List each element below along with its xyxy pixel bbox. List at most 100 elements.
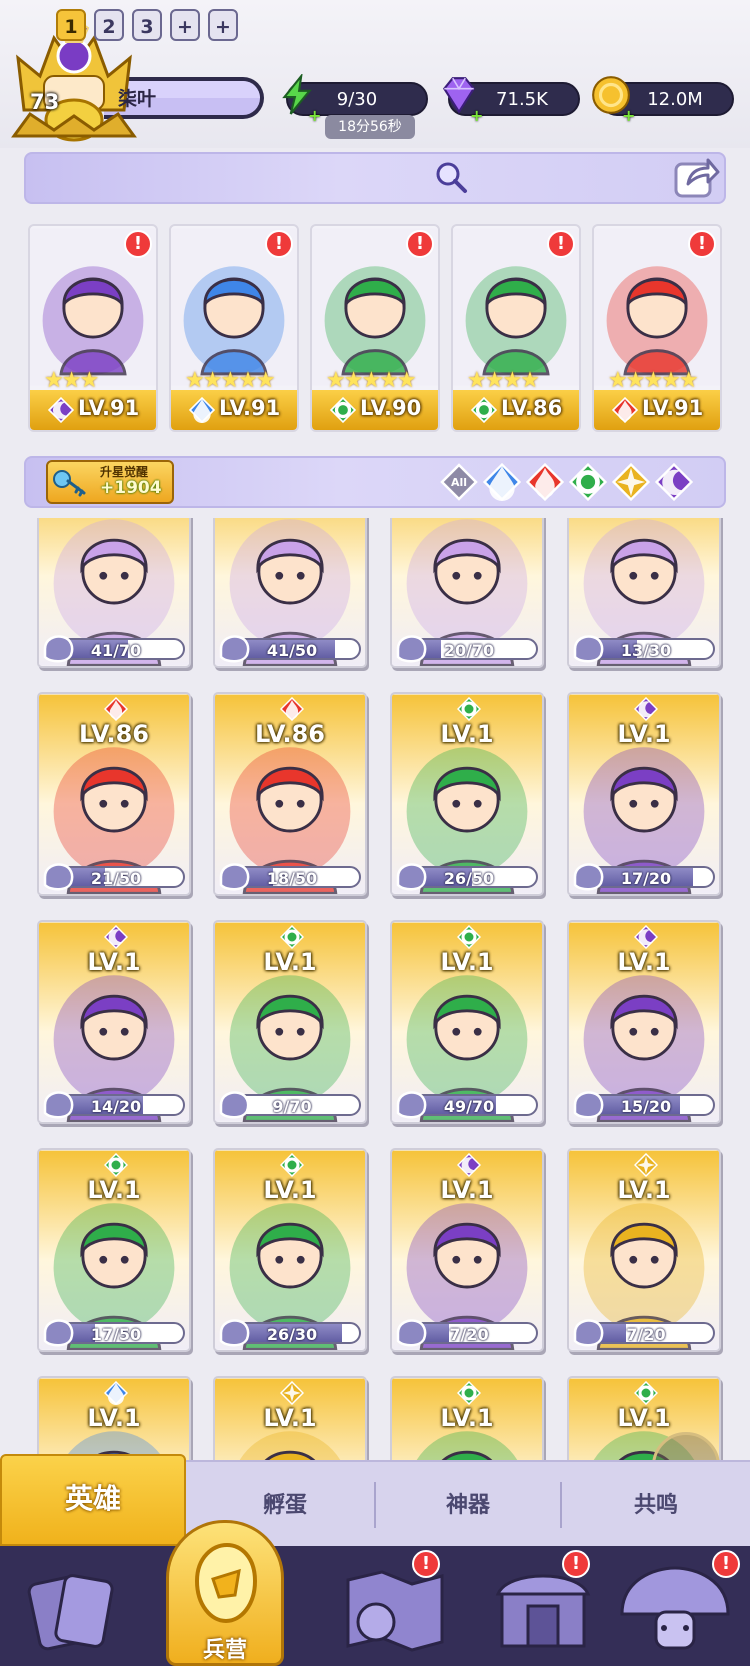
- nav-adventure[interactable]: [320, 1550, 470, 1666]
- level-bar: LV.90: [312, 390, 438, 430]
- hero-card[interactable]: LV.1 7/20: [567, 1148, 721, 1352]
- lineup-hero-card[interactable]: ★★★★★ LV.91!: [169, 224, 299, 432]
- fragment-icon: [43, 635, 74, 663]
- hero-card[interactable]: 13/30: [567, 518, 721, 668]
- hero-card[interactable]: LV.86 21/50: [37, 692, 191, 896]
- fragment-icon: [219, 1319, 250, 1347]
- level-bar: LV.91: [171, 390, 297, 430]
- fire-element-icon[interactable]: [525, 462, 565, 502]
- upgrade-alert-badge: !: [124, 230, 152, 258]
- dark-element-icon: [103, 924, 129, 950]
- hero-card[interactable]: LV.1 26/30: [213, 1148, 367, 1352]
- hero-level: LV.91: [78, 396, 140, 420]
- team-tab-2[interactable]: 2: [94, 9, 124, 41]
- upgrade-alert-badge: !: [406, 230, 434, 258]
- hero-level: LV.86: [255, 720, 325, 748]
- hero-card[interactable]: LV.1 17/20: [567, 692, 721, 896]
- hero-collection-grid[interactable]: 41/70 41/50 20/70 13/30 LV.86 21/50 LV.86 18/50…: [0, 518, 750, 1460]
- team-tab-1[interactable]: 1: [56, 9, 86, 41]
- fragment-icon: [396, 1091, 427, 1119]
- wind-element-icon: [456, 1380, 482, 1406]
- hero-card[interactable]: LV.1 15/20: [567, 920, 721, 1124]
- team-tab-add-2[interactable]: +: [208, 9, 238, 41]
- dark-element-icon: [633, 696, 659, 722]
- tab-heroes[interactable]: 英雄: [0, 1454, 186, 1546]
- wind-element-icon: [279, 1152, 305, 1178]
- water-element-icon[interactable]: [482, 462, 522, 502]
- hero-card[interactable]: 41/50: [213, 518, 367, 668]
- upgrade-alert-badge: !: [547, 230, 575, 258]
- water-element-icon: [103, 1380, 129, 1406]
- share-icon[interactable]: [672, 154, 720, 200]
- cards-icon: [27, 1574, 114, 1651]
- hero-card[interactable]: LV.1 14/20: [37, 920, 191, 1124]
- wind-element-icon: [470, 396, 498, 424]
- mushroom-icon: [620, 1566, 730, 1650]
- hero-level: LV.86: [501, 396, 563, 420]
- hero-level: LV.1: [87, 948, 141, 976]
- hero-level: LV.1: [617, 1404, 671, 1432]
- level-bar: LV.91: [594, 390, 720, 430]
- hero-level: LV.90: [360, 396, 422, 420]
- light-element-icon[interactable]: [611, 462, 651, 502]
- fragment-icon: [573, 635, 604, 663]
- hero-level: LV.1: [440, 1404, 494, 1432]
- fragment-icon: [396, 635, 427, 663]
- fragment-icon: [573, 1319, 604, 1347]
- team-tab-add-1[interactable]: +: [170, 9, 200, 41]
- wind-element-icon: [456, 924, 482, 950]
- gold-counter[interactable]: + 12.0M: [592, 76, 734, 125]
- energy-counter[interactable]: + 9/30: [282, 74, 428, 125]
- nav-cards[interactable]: [0, 1550, 150, 1666]
- shrine-icon: [495, 1574, 591, 1648]
- dark-element-icon: [456, 1152, 482, 1178]
- wind-element-icon[interactable]: [568, 462, 608, 502]
- hero-level: LV.1: [87, 1176, 141, 1204]
- map-icon: [346, 1570, 444, 1652]
- lineup-hero-card[interactable]: ★★★★ LV.86!: [451, 224, 581, 432]
- formation-bar: [24, 152, 726, 204]
- nav-shrine[interactable]: [468, 1550, 618, 1666]
- gold-value: 12.0M: [647, 89, 703, 110]
- hero-card[interactable]: LV.86 18/50: [213, 692, 367, 896]
- upgrade-alert-badge: !: [688, 230, 716, 258]
- level-bar: LV.91: [30, 390, 156, 430]
- fire-element-icon: [611, 396, 639, 424]
- awaken-count: +1904: [100, 478, 162, 498]
- hero-card[interactable]: LV.1: [390, 1376, 544, 1460]
- team-tab-3[interactable]: 3: [132, 9, 162, 41]
- dark-element-icon[interactable]: [654, 462, 694, 502]
- hero-card[interactable]: LV.1: [37, 1376, 191, 1460]
- all-filter-icon[interactable]: All: [440, 463, 478, 501]
- fragment-icon: [219, 1091, 250, 1119]
- hero-card[interactable]: LV.1: [213, 1376, 367, 1460]
- lineup-hero-card[interactable]: ★★★★★ LV.91!: [592, 224, 722, 432]
- hero-card[interactable]: LV.1 17/50: [37, 1148, 191, 1352]
- hero-card[interactable]: LV.1 49/70: [390, 920, 544, 1124]
- tab-resonance[interactable]: 共鸣: [562, 1474, 750, 1544]
- upgrade-alert-badge: !: [265, 230, 293, 258]
- hero-level: LV.1: [617, 948, 671, 976]
- gem-counter[interactable]: + 71.5K: [443, 77, 580, 125]
- fire-element-icon: [279, 696, 305, 722]
- hero-level: LV.1: [440, 948, 494, 976]
- hero-card[interactable]: 20/70: [390, 518, 544, 668]
- fragment-icon: [573, 1091, 604, 1119]
- fragment-icon: [396, 863, 427, 891]
- light-element-icon: [633, 1152, 659, 1178]
- tab-artifacts[interactable]: 神器: [376, 1474, 560, 1544]
- lineup-hero-card[interactable]: ★★★★★ LV.90!: [310, 224, 440, 432]
- search-icon[interactable]: [434, 160, 468, 194]
- hero-level: LV.91: [219, 396, 281, 420]
- player-level: 73: [30, 90, 60, 114]
- hero-card[interactable]: LV.1 7/20: [390, 1148, 544, 1352]
- lineup-hero-card[interactable]: ★★★ LV.91!: [28, 224, 158, 432]
- hero-card[interactable]: LV.1 9/70: [213, 920, 367, 1124]
- nav-shrine-alert: !: [562, 1550, 590, 1578]
- player-name: 柒叶: [118, 88, 157, 110]
- hero-level: LV.1: [617, 1176, 671, 1204]
- fragment-icon: [219, 863, 250, 891]
- hero-card[interactable]: 41/70: [37, 518, 191, 668]
- hero-card[interactable]: LV.1 26/50: [390, 692, 544, 896]
- hero-level: LV.1: [440, 720, 494, 748]
